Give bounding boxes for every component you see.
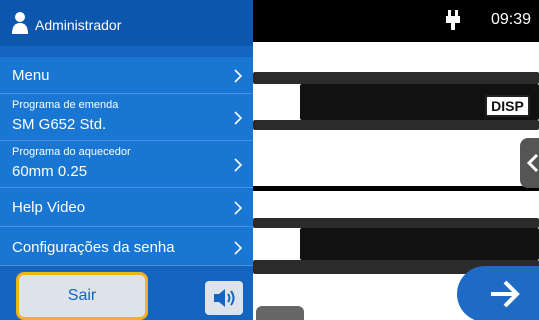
plug-icon — [446, 10, 460, 30]
divider-line — [250, 186, 539, 191]
bottom-panel-toggle[interactable] — [256, 306, 304, 320]
user-name: Administrador — [35, 17, 122, 33]
fiber-image — [253, 218, 539, 228]
chevron-right-icon — [234, 158, 243, 172]
menu-item-label: Menu — [12, 67, 50, 84]
chevron-right-icon — [234, 241, 243, 255]
menu-item-heater-program[interactable]: Programa do aquecedor 60mm 0.25 — [0, 141, 253, 188]
exit-button[interactable]: Sair — [16, 272, 148, 320]
fiber-image — [253, 120, 539, 130]
fiber-image — [300, 228, 539, 260]
status-time: 09:39 — [490, 11, 531, 28]
next-button[interactable] — [457, 266, 539, 320]
menu-item-value: 60mm 0.25 — [12, 163, 88, 180]
menu-item-help-video[interactable]: Help Video — [0, 188, 253, 227]
chevron-right-icon — [234, 111, 243, 125]
menu-item-password-settings[interactable]: Configurações da senha — [0, 227, 253, 266]
menu-item-label: Help Video — [12, 199, 86, 216]
chevron-right-icon — [234, 69, 243, 83]
menu-item-label: Configurações da senha — [12, 239, 175, 256]
menu-item-menu[interactable]: Menu — [0, 57, 253, 94]
speaker-icon — [214, 289, 235, 307]
arrow-right-icon — [491, 280, 520, 308]
user-header: Administrador — [0, 0, 253, 46]
chevron-right-icon — [234, 201, 243, 215]
menu-item-value: SM G652 Std. — [12, 116, 107, 133]
side-panel-toggle[interactable] — [520, 138, 539, 188]
user-icon — [12, 12, 28, 34]
fiber-image — [253, 72, 539, 84]
menu-item-sublabel: Programa do aquecedor — [12, 146, 131, 158]
menu-item-sublabel: Programa de emenda — [12, 99, 119, 111]
chevron-left-icon — [526, 153, 539, 173]
sound-button[interactable] — [205, 281, 243, 315]
menu-item-splice-program[interactable]: Programa de emenda SM G652 Std. — [0, 94, 253, 141]
disp-button[interactable]: DISP — [485, 95, 530, 117]
side-menu-panel: Administrador Menu Programa de emenda SM… — [0, 0, 253, 320]
